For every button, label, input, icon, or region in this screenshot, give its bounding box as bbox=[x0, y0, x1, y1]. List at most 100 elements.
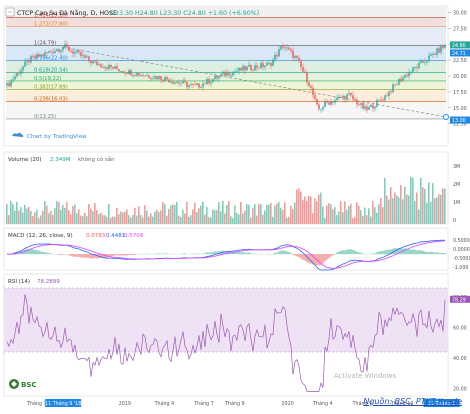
candle-body bbox=[326, 102, 327, 103]
candle-body bbox=[310, 86, 311, 88]
macd-hist-bar bbox=[386, 250, 388, 254]
macd-hist-bar bbox=[374, 253, 376, 254]
candle-body bbox=[404, 75, 405, 77]
macd-hist-bar bbox=[298, 254, 300, 257]
candle-body bbox=[140, 75, 141, 76]
volume-bar bbox=[396, 195, 398, 224]
macd-hist-bar bbox=[346, 250, 348, 255]
candle-body bbox=[192, 84, 193, 85]
candle-body bbox=[144, 76, 145, 77]
volume-bar bbox=[228, 201, 230, 224]
volume-bar bbox=[208, 217, 210, 224]
candle-body bbox=[266, 63, 267, 66]
volume-bar bbox=[14, 210, 16, 224]
candle-body bbox=[72, 51, 73, 53]
volume-bar bbox=[298, 188, 300, 224]
macd-hist-bar bbox=[246, 253, 248, 255]
candle-body bbox=[332, 101, 333, 102]
volume-bar bbox=[124, 212, 126, 224]
candle-body bbox=[398, 79, 399, 84]
volume-bar bbox=[184, 214, 186, 224]
macd-hist-bar bbox=[46, 253, 48, 255]
price-tick-label: 15.00 bbox=[453, 106, 467, 112]
macd-hist-bar bbox=[88, 254, 90, 258]
macd-hist-bar bbox=[440, 253, 442, 254]
volume-bar bbox=[110, 218, 112, 224]
svg-text:BSC: BSC bbox=[21, 381, 37, 389]
volume-bar bbox=[398, 197, 400, 224]
candle-body bbox=[124, 73, 125, 74]
macd-hist-bar bbox=[82, 254, 84, 258]
macd-hist-bar bbox=[326, 254, 328, 260]
volume-bar bbox=[92, 211, 94, 224]
candle-body bbox=[302, 67, 303, 72]
macd-hist-bar bbox=[364, 254, 366, 255]
macd-hist-bar bbox=[302, 254, 304, 260]
volume-bar bbox=[242, 213, 244, 224]
volume-bar bbox=[154, 212, 156, 224]
volume-bar bbox=[284, 202, 286, 224]
macd-hist-bar bbox=[208, 253, 210, 255]
candle-body bbox=[256, 65, 257, 67]
volume-bar bbox=[386, 196, 388, 224]
volume-bar bbox=[282, 210, 284, 224]
candle-body bbox=[146, 75, 147, 76]
candle-body bbox=[110, 65, 111, 67]
candle-body bbox=[364, 106, 365, 108]
macd-hist-bar bbox=[74, 254, 76, 257]
volume-bar bbox=[438, 194, 440, 224]
candle-body bbox=[74, 52, 75, 53]
macd-hist-bar bbox=[330, 254, 332, 257]
candle-body bbox=[324, 102, 325, 107]
macd-hist-bar bbox=[126, 254, 128, 255]
volume-bar bbox=[26, 208, 28, 224]
volume-bar bbox=[58, 202, 60, 224]
candle-body bbox=[422, 61, 423, 63]
candle-body bbox=[356, 100, 357, 105]
volume-bar bbox=[158, 212, 160, 224]
volume-bar bbox=[212, 209, 214, 224]
volume-bar bbox=[192, 210, 194, 224]
macd-hist-bar bbox=[236, 252, 238, 254]
candle-body bbox=[108, 65, 109, 69]
candle-body bbox=[138, 73, 139, 76]
candle-body bbox=[360, 103, 361, 105]
volume-bar bbox=[18, 211, 20, 224]
candle-body bbox=[42, 55, 43, 56]
candle-body bbox=[8, 83, 9, 86]
volume-bar bbox=[178, 216, 180, 224]
macd-hist-bar bbox=[244, 253, 246, 255]
macd-hist-bar bbox=[158, 253, 160, 254]
volume-bar bbox=[390, 187, 392, 224]
volume-bar bbox=[82, 216, 84, 224]
candle-body bbox=[340, 97, 341, 98]
macd-hist-bar bbox=[428, 252, 430, 254]
activation-note: Activate Windows bbox=[334, 372, 397, 380]
volume-bar bbox=[302, 200, 304, 224]
volume-bar bbox=[146, 211, 148, 224]
volume-bar bbox=[436, 197, 438, 224]
candle-body bbox=[238, 68, 239, 71]
volume-bar bbox=[306, 201, 308, 224]
candle-body bbox=[416, 67, 417, 68]
volume-bar bbox=[278, 202, 280, 224]
candle-body bbox=[246, 67, 247, 71]
volume-bar bbox=[84, 213, 86, 224]
macd-hist-bar bbox=[282, 251, 284, 255]
volume-bar bbox=[148, 217, 150, 224]
candle-body bbox=[36, 54, 37, 58]
macd-hist-bar bbox=[154, 254, 156, 255]
volume-bar bbox=[186, 202, 188, 224]
watermark-link[interactable]: Chart by TradingView bbox=[27, 134, 87, 140]
volume-bar bbox=[64, 208, 66, 224]
volume-bar bbox=[156, 210, 158, 224]
candle-body bbox=[26, 60, 27, 61]
macd-hist-bar bbox=[350, 249, 352, 254]
macd-hist-bar bbox=[276, 252, 278, 254]
candle-body bbox=[436, 48, 437, 54]
candle-body bbox=[272, 59, 273, 65]
volume-bar bbox=[416, 192, 418, 224]
volume-bar bbox=[356, 202, 358, 224]
volume-bar bbox=[106, 217, 108, 224]
fib-zone bbox=[6, 61, 446, 73]
